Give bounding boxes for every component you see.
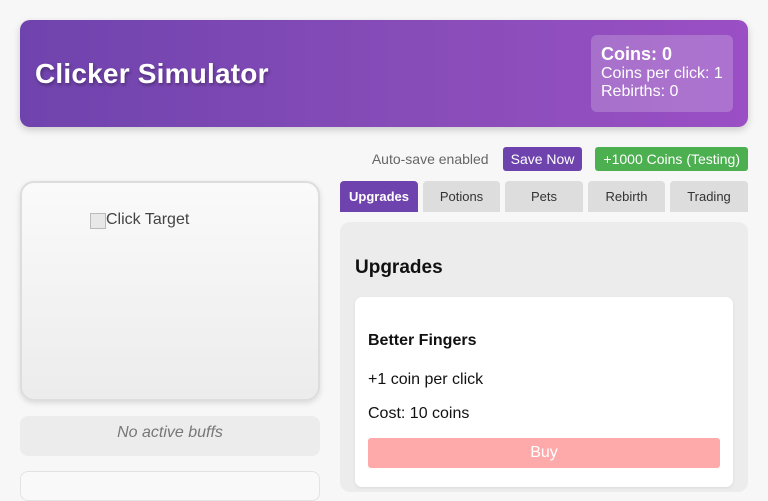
upgrade-description: +1 coin per click [368,371,484,388]
tab-pets[interactable]: Pets [505,181,583,212]
secondary-panel [20,471,320,501]
add-coins-testing-button[interactable]: +1000 Coins (Testing) [595,147,748,171]
app-header: Clicker Simulator Coins: 0 Coins per cli… [20,20,748,127]
save-bar: Auto-save enabled Save Now +1000 Coins (… [372,147,748,171]
save-now-button[interactable]: Save Now [502,147,583,171]
rebirths-count: Rebirths: 0 [601,83,679,100]
tab-bar: Upgrades Potions Pets Rebirth Trading [340,181,748,212]
upgrade-cost: Cost: 10 coins [368,405,470,422]
broken-image-icon [90,213,106,229]
click-target[interactable]: Click Target [90,211,189,229]
click-area: Click Target [20,181,320,401]
upgrade-card: Better Fingers +1 coin per click Cost: 1… [355,297,733,487]
stats-box: Coins: 0 Coins per click: 1 Rebirths: 0 [591,35,733,112]
panel-title: Upgrades [355,257,443,278]
coins-count: Coins: 0 [601,44,673,64]
buy-button[interactable]: Buy [368,438,720,468]
tab-rebirth[interactable]: Rebirth [588,181,665,212]
upgrades-panel: Upgrades Better Fingers +1 coin per clic… [340,222,748,492]
app-title: Clicker Simulator [35,58,269,89]
autosave-status: Auto-save enabled [371,151,489,167]
click-target-alt: Click Target [106,211,190,228]
tab-potions[interactable]: Potions [423,181,500,212]
buffs-status: No active buffs [20,416,320,456]
tab-trading[interactable]: Trading [670,181,748,212]
coins-per-click: Coins per click: 1 [601,65,723,82]
upgrade-name: Better Fingers [368,332,477,349]
tab-upgrades[interactable]: Upgrades [340,181,418,212]
